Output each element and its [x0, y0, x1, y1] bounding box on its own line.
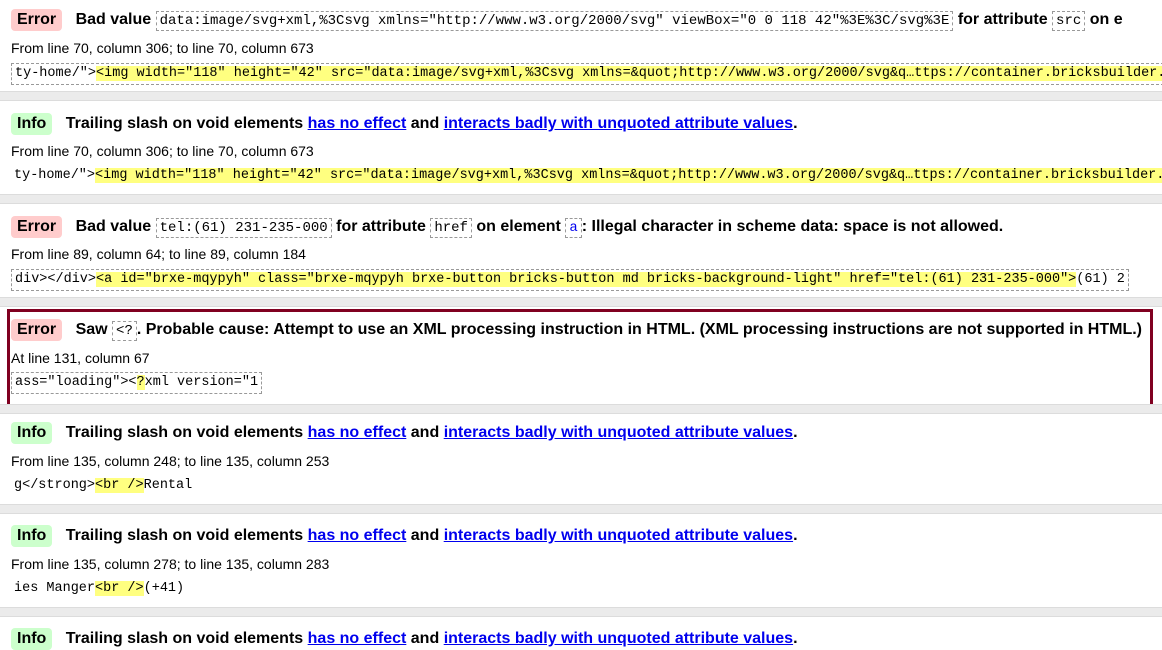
unquoted-attribute-values-link[interactable]: interacts badly with unquoted attribute …: [444, 527, 793, 544]
message-heading: Info Trailing slash on void elements has…: [11, 525, 798, 547]
message-text: Trailing slash on void elements: [65, 630, 304, 647]
error-badge: Error: [11, 9, 63, 31]
extract-highlight: ?: [136, 375, 145, 390]
has-no-effect-link[interactable]: has no effect: [308, 424, 407, 441]
message-heading: Error Bad value tel:(61) 231-235-000 for…: [11, 216, 1003, 239]
extract-highlight: <a id="brxe-mqypyh" class="brxe-mqypyh b…: [96, 272, 1077, 287]
unquoted-attribute-values-link[interactable]: interacts badly with unquoted attribute …: [444, 630, 793, 647]
message-text: .: [793, 527, 798, 544]
extract-text: ty-home/">: [14, 168, 96, 183]
code-extract: ty-home/"><img width="118" height="42" s…: [11, 63, 1162, 85]
message-location: From line 135, column 278; to line 135, …: [11, 556, 330, 572]
message-text: .: [793, 630, 798, 647]
code-extract: ies Manger<br />(+41): [11, 579, 187, 599]
message-text: Bad value: [75, 218, 152, 235]
extract-text: (61) 2: [1076, 272, 1125, 287]
message-text: : Illegal character in scheme data: spac…: [581, 218, 1004, 235]
message-text: Trailing slash on void elements: [65, 527, 304, 544]
extract-text: (+41): [143, 581, 185, 596]
message-text: on e: [1089, 11, 1123, 28]
message-text: Trailing slash on void elements: [65, 424, 304, 441]
attribute-code: src: [1052, 11, 1086, 31]
message-text: and: [410, 630, 440, 647]
saw-code: <?: [112, 321, 137, 341]
message-separator: [0, 194, 1162, 204]
error-badge: Error: [11, 216, 63, 238]
extract-text: ies Manger: [14, 581, 96, 596]
element-code[interactable]: a: [565, 218, 582, 238]
code-extract: g</strong><br />Rental: [11, 476, 195, 496]
info-badge: Info: [11, 113, 53, 135]
message-heading: Info Trailing slash on void elements has…: [11, 422, 798, 444]
bad-value-code: data:image/svg+xml,%3Csvg xmlns="http://…: [155, 11, 954, 31]
extract-highlight: <img width="118" height="42" src="data:i…: [96, 66, 1162, 81]
message-text: .: [793, 424, 798, 441]
message-text: on element: [476, 218, 561, 235]
message-text: and: [410, 527, 440, 544]
extract-text: ty-home/">: [15, 66, 97, 81]
extract-highlight: <br />: [95, 581, 144, 596]
info-badge: Info: [11, 525, 53, 547]
info-badge: Info: [11, 422, 53, 444]
message-separator: [0, 91, 1162, 101]
message-text: and: [410, 115, 440, 132]
message-text: . Probable cause: Attempt to use an XML …: [136, 321, 1142, 338]
message-text: Saw: [75, 321, 108, 338]
info-badge: Info: [11, 628, 53, 650]
message-separator: [0, 404, 1162, 414]
message-separator: [0, 607, 1162, 617]
bad-value-code: tel:(61) 231-235-000: [155, 218, 332, 238]
extract-text: Rental: [143, 478, 193, 493]
attribute-code: href: [430, 218, 472, 238]
message-heading: Info Trailing slash on void elements has…: [11, 628, 798, 650]
message-text: Trailing slash on void elements: [65, 115, 304, 132]
message-separator: [0, 297, 1162, 307]
code-extract: div></div><a id="brxe-mqypyh" class="brx…: [11, 269, 1129, 291]
extract-text: ass="loading"><: [15, 375, 137, 390]
message-location: From line 89, column 64; to line 89, col…: [11, 246, 306, 262]
has-no-effect-link[interactable]: has no effect: [308, 527, 407, 544]
message-text: .: [793, 115, 798, 132]
has-no-effect-link[interactable]: has no effect: [308, 115, 407, 132]
extract-text: xml version="1: [144, 375, 259, 390]
message-text: for attribute: [336, 218, 426, 235]
extract-highlight: <br />: [95, 478, 144, 493]
unquoted-attribute-values-link[interactable]: interacts badly with unquoted attribute …: [444, 424, 793, 441]
message-text: and: [410, 424, 440, 441]
code-extract: ty-home/"><img width="118" height="42" s…: [11, 166, 1162, 186]
message-heading: Info Trailing slash on void elements has…: [11, 113, 798, 135]
extract-highlight: <img width="118" height="42" src="data:i…: [95, 168, 1162, 183]
error-badge: Error: [11, 319, 63, 341]
code-extract: ass="loading"><?xml version="1: [11, 372, 263, 394]
message-location: From line 70, column 306; to line 70, co…: [11, 143, 314, 159]
message-location: From line 135, column 248; to line 135, …: [11, 453, 330, 469]
unquoted-attribute-values-link[interactable]: interacts badly with unquoted attribute …: [444, 115, 793, 132]
has-no-effect-link[interactable]: has no effect: [308, 630, 407, 647]
extract-text: g</strong>: [14, 478, 96, 493]
message-location: At line 131, column 67: [11, 350, 150, 366]
message-heading: Error Bad value data:image/svg+xml,%3Csv…: [11, 9, 1123, 32]
message-separator: [0, 504, 1162, 514]
extract-text: div></div>: [15, 272, 97, 287]
message-location: From line 70, column 306; to line 70, co…: [11, 40, 314, 56]
message-text: Bad value: [75, 11, 152, 28]
message-text: for attribute: [957, 11, 1048, 28]
message-heading: Error Saw <?. Probable cause: Attempt to…: [11, 319, 1142, 342]
